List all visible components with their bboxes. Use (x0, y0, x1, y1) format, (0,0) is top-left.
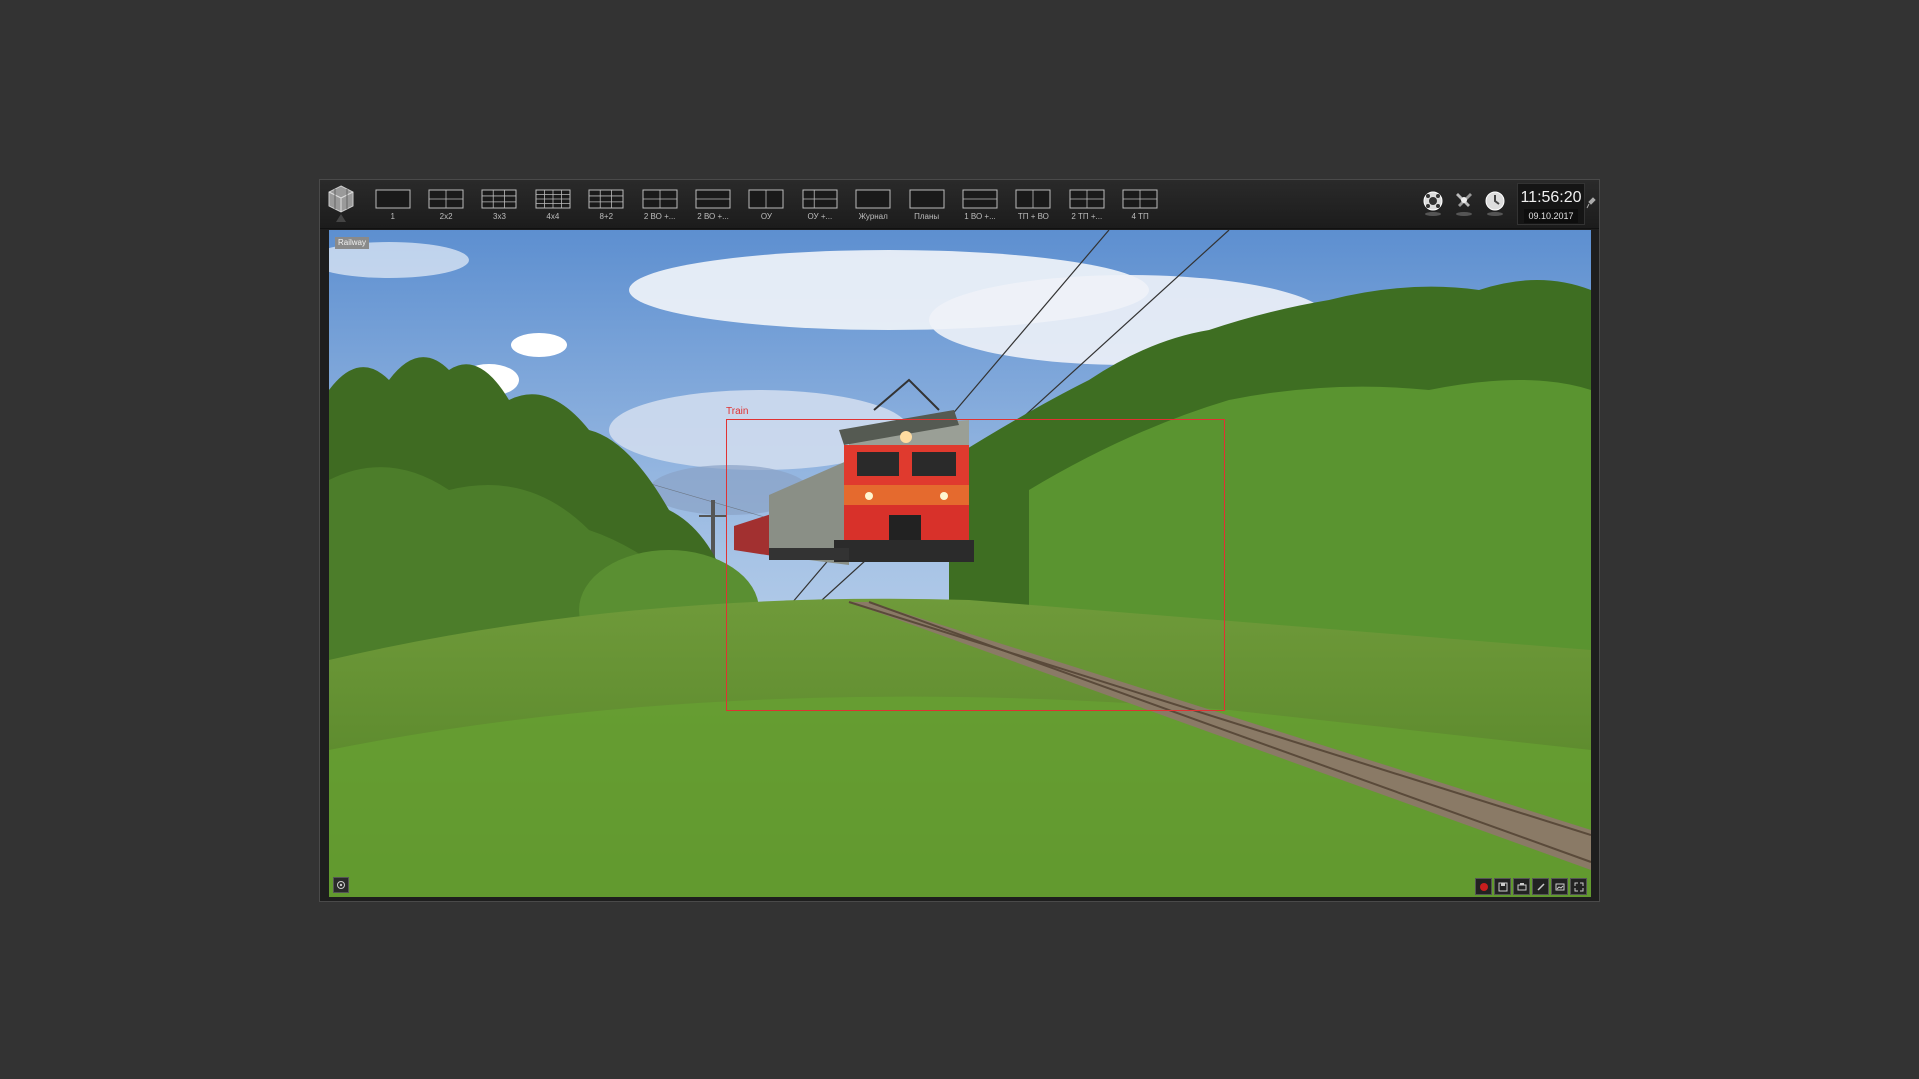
layout-button-label: ТП + ВО (1017, 212, 1049, 221)
layout-button-5[interactable]: 8+2 (580, 186, 633, 226)
layout-button-label: 8+2 (599, 212, 614, 221)
detection-label: Train (726, 406, 749, 417)
view-controls (1475, 878, 1587, 895)
layout-button-10[interactable]: Журнал (847, 186, 900, 226)
pin-icon[interactable] (1586, 196, 1596, 209)
layout-tp-vo-icon (1015, 189, 1051, 209)
layout-button-2[interactable]: 2x2 (419, 186, 472, 226)
system-tray: 11:56:20 09.10.2017 (1416, 180, 1585, 228)
layout-button-13[interactable]: ТП + ВО (1007, 186, 1060, 226)
layout-3x3-icon (481, 189, 517, 209)
layout-button-label: Планы (914, 212, 940, 221)
layout-2tp-icon (1069, 189, 1105, 209)
camera-settings-icon[interactable] (333, 877, 349, 893)
layout-button-label: Журнал (858, 212, 888, 221)
layout-2vo-icon (642, 189, 678, 209)
layout-4tp-icon (1122, 189, 1158, 209)
camera-view[interactable]: Railway Train (329, 230, 1591, 897)
layout-button-9[interactable]: ОУ +... (793, 186, 846, 226)
video-client-window: 1 2x2 3x3 4x4 8+2 2 ВО +... 2 ВО +... ОУ ОУ +...… (319, 179, 1600, 902)
layout-button-label: ОУ +... (807, 212, 833, 221)
layout-8plus2-icon (588, 189, 624, 209)
layout-button-6[interactable]: 2 ВО +... (633, 186, 686, 226)
layout-button-label: 2 ТП +... (1071, 212, 1103, 221)
snapshot-icon[interactable] (1551, 878, 1568, 895)
layout-button-11[interactable]: Планы (900, 186, 953, 226)
layout-button-label: 4 ТП (1131, 212, 1149, 221)
journal-icon (855, 189, 891, 209)
camera-name-tag: Railway (335, 237, 370, 249)
layout-button-1[interactable]: 1 (366, 186, 419, 226)
layout-1-icon (375, 189, 411, 209)
layout-button-label: 4x4 (546, 212, 560, 221)
layout-button-15[interactable]: 4 ТП (1113, 186, 1166, 226)
layout-button-label: 1 (390, 212, 395, 221)
print-icon[interactable] (1513, 878, 1530, 895)
edit-icon[interactable] (1532, 878, 1549, 895)
layout-button-label: 2 ВО +... (643, 212, 676, 221)
toolbar: 1 2x2 3x3 4x4 8+2 2 ВО +... 2 ВО +... ОУ ОУ +...… (320, 180, 1599, 229)
layout-button-label: 1 ВО +... (964, 212, 996, 221)
clock-time: 11:56:20 (1520, 189, 1582, 206)
save-icon[interactable] (1494, 878, 1511, 895)
clock-date: 09.10.2017 (1524, 209, 1578, 223)
layout-ou-plus-icon (802, 189, 838, 209)
app-logo-icon[interactable] (324, 184, 358, 224)
tools-icon[interactable] (1450, 187, 1478, 221)
layout-1vo-icon (962, 189, 998, 209)
alarm-icon[interactable] (1481, 187, 1509, 221)
record-icon[interactable] (1475, 878, 1492, 895)
plans-icon (909, 189, 945, 209)
clock: 11:56:20 09.10.2017 (1517, 183, 1585, 225)
layout-button-3[interactable]: 3x3 (473, 186, 526, 226)
layout-button-14[interactable]: 2 ТП +... (1060, 186, 1113, 226)
layout-button-label: 2x2 (439, 212, 453, 221)
network-status-icon[interactable] (1419, 187, 1447, 221)
layout-button-12[interactable]: 1 ВО +... (953, 186, 1006, 226)
layout-4x4-icon (535, 189, 571, 209)
layout-button-label: 2 ВО +... (697, 212, 729, 221)
layout-button-label: 3x3 (493, 212, 506, 221)
detection-box (726, 419, 1225, 711)
layout-ou-icon (748, 189, 784, 209)
fullscreen-icon[interactable] (1570, 878, 1587, 895)
layout-button-8[interactable]: ОУ (740, 186, 793, 226)
layout-button-4[interactable]: 4x4 (526, 186, 579, 226)
layout-buttons: 1 2x2 3x3 4x4 8+2 2 ВО +... 2 ВО +... ОУ ОУ +...… (366, 186, 1167, 226)
layout-button-label: ОУ (760, 212, 772, 221)
layout-button-7[interactable]: 2 ВО +... (686, 186, 739, 226)
layout-2x2-icon (428, 189, 464, 209)
layout-2vo-b-icon (695, 189, 731, 209)
